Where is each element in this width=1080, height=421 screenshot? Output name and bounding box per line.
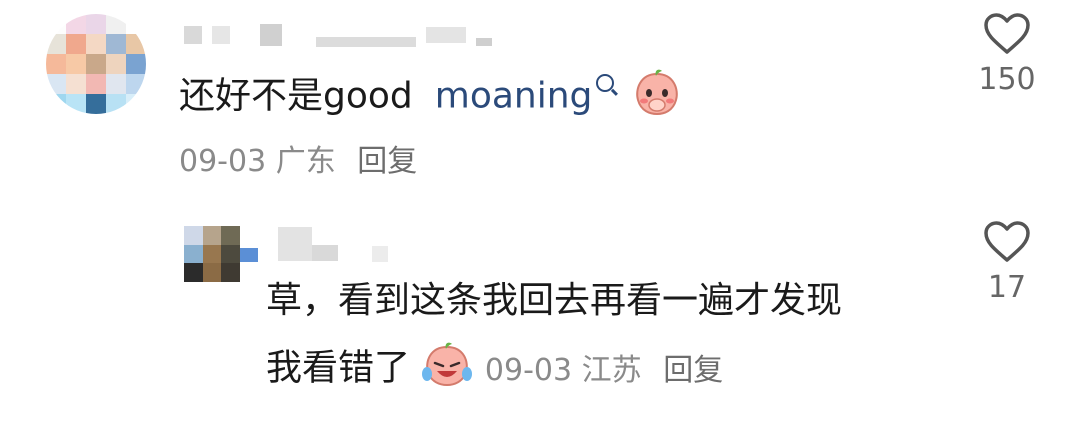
comment-date: 09-03 — [484, 352, 573, 388]
comment-text: 还好不是good moaning — [179, 68, 682, 127]
like-button[interactable]: 17 — [972, 220, 1042, 305]
avatar-badge — [240, 248, 258, 262]
comment-text-line1: 草，看到这条我回去再看一遍才发现 — [266, 280, 843, 321]
avatar[interactable] — [184, 226, 240, 282]
shy-peach-emoji — [632, 68, 682, 127]
comment-text-line2-main: 我看错了 — [266, 347, 411, 389]
username[interactable] — [184, 20, 492, 50]
crying-laughing-peach-emoji — [421, 341, 473, 398]
comment-location: 江苏 — [581, 352, 642, 388]
heart-outline-icon[interactable] — [983, 220, 1031, 264]
reply-button[interactable]: 回复 — [357, 144, 417, 179]
like-button[interactable]: 150 — [972, 12, 1042, 97]
like-count: 150 — [978, 62, 1036, 97]
username[interactable] — [278, 226, 388, 262]
comment-date: 09-03 — [179, 144, 267, 179]
like-count: 17 — [987, 270, 1027, 305]
avatar[interactable] — [46, 14, 146, 114]
search-link[interactable]: moaning — [435, 76, 593, 117]
comment-meta: 09-03 广东 回复 — [179, 136, 417, 180]
search-icon[interactable] — [596, 73, 615, 92]
heart-outline-icon[interactable] — [983, 12, 1031, 56]
reply-button[interactable]: 回复 — [663, 353, 723, 388]
comment-location: 广东 — [275, 144, 336, 179]
comment-text-main: 还好不是good — [179, 75, 413, 117]
comment-text-line2: 我看错了 09-03 江苏 回复 — [266, 341, 723, 398]
